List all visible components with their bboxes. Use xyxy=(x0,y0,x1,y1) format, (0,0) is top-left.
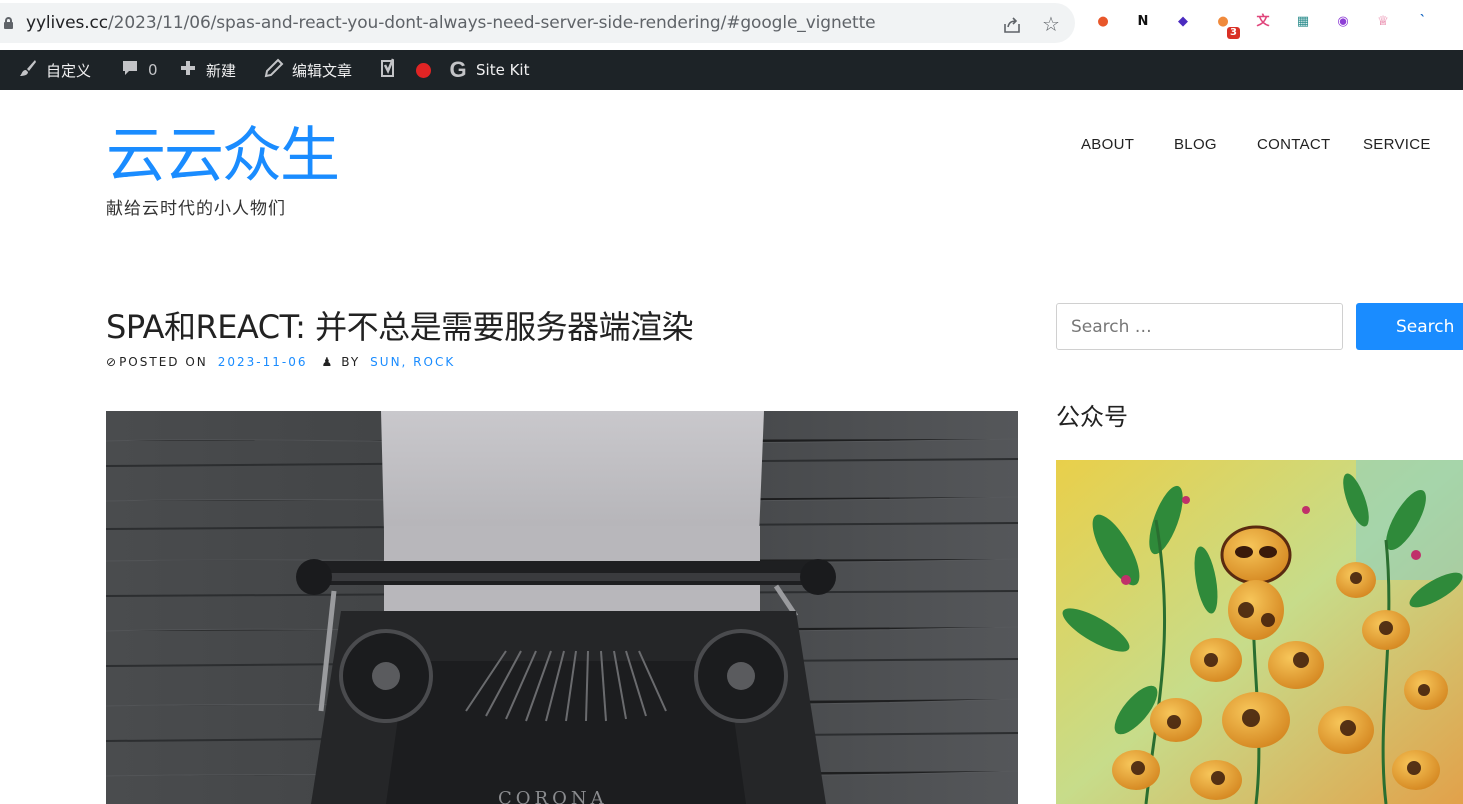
ext-orange-circle-icon[interactable]: ● xyxy=(1092,11,1114,33)
comments-count: 0 xyxy=(148,61,158,79)
bookmark-star-icon[interactable]: ☆ xyxy=(1042,14,1060,34)
widget-title: 公众号 xyxy=(1056,403,1128,431)
google-g-icon: G xyxy=(449,57,467,82)
admin-edit-post-label: 编辑文章 xyxy=(292,61,353,80)
url-text[interactable]: yylives.cc/2023/11/06/spas-and-react-you… xyxy=(26,13,876,33)
featured-image-typewriter: CORONA xyxy=(106,411,1018,804)
search-button[interactable]: Search xyxy=(1356,303,1463,350)
yoast-icon xyxy=(380,57,400,84)
ext-orange-blob-icon[interactable]: ● 3 xyxy=(1212,11,1240,39)
paperclip-icon: ⊘ xyxy=(106,355,117,369)
browser-toolbar: yylives.cc/2023/11/06/spas-and-react-you… xyxy=(0,0,1463,48)
admin-customize-label: 自定义 xyxy=(46,61,92,80)
wp-admin-bar: 自定义 0 新建 编辑文章 G Site Kit xyxy=(0,50,1463,90)
ext-purple-circle-icon[interactable]: ◉ xyxy=(1332,11,1354,33)
nav-blog[interactable]: BLOG xyxy=(1174,136,1217,153)
post-date-link[interactable]: 2023-11-06 xyxy=(218,355,308,369)
plus-icon xyxy=(178,58,198,83)
admin-comments[interactable]: 0 xyxy=(120,50,158,90)
ext-teal-grid-icon[interactable]: ▦ xyxy=(1292,11,1314,33)
ext-blue-tick-icon[interactable]: ˋ xyxy=(1412,11,1434,33)
pencil-icon xyxy=(264,58,284,83)
typewriter-brand-text: CORONA xyxy=(498,788,608,804)
admin-edit-post[interactable]: 编辑文章 xyxy=(264,50,352,90)
nav-contact[interactable]: CONTACT xyxy=(1257,136,1330,153)
lock-icon[interactable] xyxy=(4,17,13,29)
post-title: SPA和REACT: 并不总是需要服务器端渲染 xyxy=(106,308,694,346)
sidebar-illustration-image[interactable] xyxy=(1056,460,1463,804)
user-icon: ♟ xyxy=(321,355,333,369)
admin-site-kit[interactable]: G Site Kit xyxy=(448,50,529,90)
address-bar[interactable]: yylives.cc/2023/11/06/spas-and-react-you… xyxy=(0,3,1075,43)
by-label: BY xyxy=(341,355,361,369)
admin-new[interactable]: 新建 xyxy=(178,50,236,90)
ext-purple-layers-icon[interactable]: ◆ xyxy=(1172,11,1194,33)
post-meta: ⊘ POSTED ON 2023-11-06 ♟ BY SUN, ROCK xyxy=(106,355,455,369)
ext-notion-icon[interactable]: N xyxy=(1132,11,1154,33)
admin-yoast[interactable] xyxy=(380,50,400,90)
url-domain: yylives.cc xyxy=(26,13,109,33)
ext-translate-icon[interactable]: 文 xyxy=(1252,11,1274,33)
nav-service[interactable]: SERVICE xyxy=(1363,136,1431,153)
extension-badge: 3 xyxy=(1227,27,1240,39)
admin-new-label: 新建 xyxy=(206,61,237,80)
posted-on-label: POSTED ON xyxy=(119,355,208,369)
seo-status-dot xyxy=(416,63,431,78)
admin-customize[interactable]: 自定义 xyxy=(18,50,91,90)
share-icon[interactable] xyxy=(1002,16,1022,34)
comment-bubble-icon xyxy=(120,58,140,83)
url-path: /2023/11/06/spas-and-react-you-dont-alwa… xyxy=(108,13,876,33)
nav-about[interactable]: ABOUT xyxy=(1081,136,1134,153)
paintbrush-icon xyxy=(18,58,38,83)
site-tagline: 献给云时代的小人物们 xyxy=(106,199,286,219)
site-title[interactable]: 云云众生 xyxy=(106,118,340,194)
search-input[interactable] xyxy=(1056,303,1343,350)
post-authors-link[interactable]: SUN, ROCK xyxy=(370,355,455,369)
admin-site-kit-label: Site Kit xyxy=(476,61,530,79)
ext-crown-icon[interactable]: ♕ xyxy=(1372,11,1394,33)
